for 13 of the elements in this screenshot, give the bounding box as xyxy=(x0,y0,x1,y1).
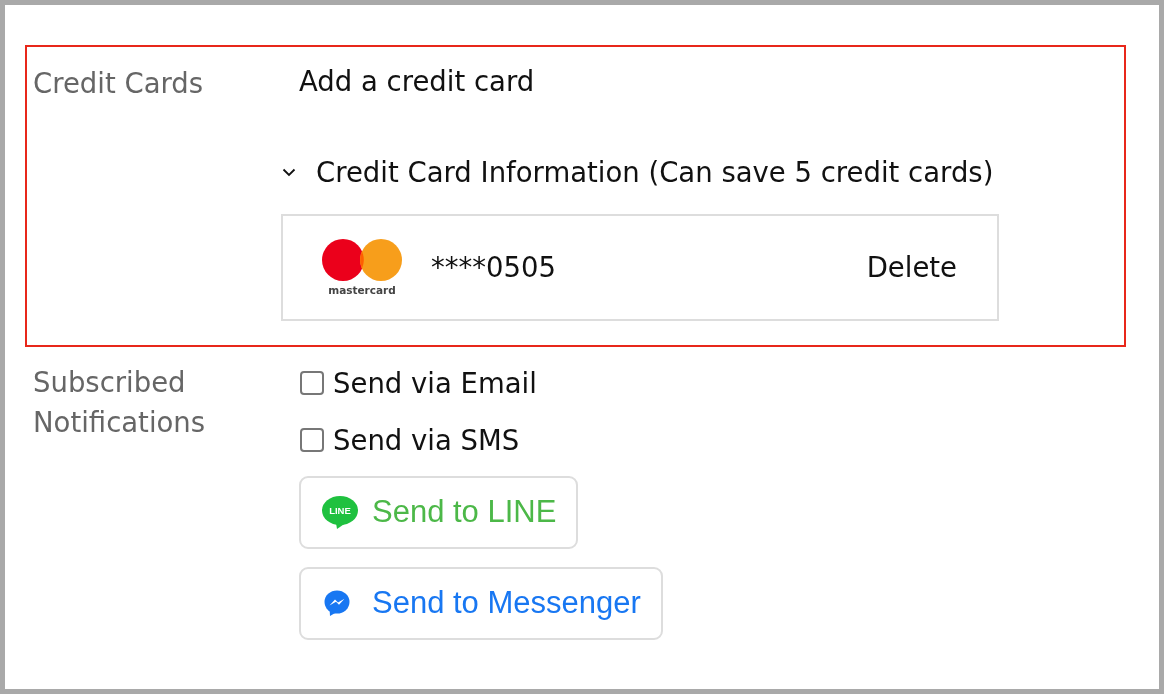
card-info-toggle[interactable]: Credit Card Information (Can save 5 credit cards) xyxy=(281,155,994,189)
checkbox[interactable] xyxy=(300,428,324,452)
section-label: Credit Cards xyxy=(33,66,205,100)
add-card-link[interactable]: Add a credit card xyxy=(299,64,535,98)
option-label[interactable]: Send via SMS xyxy=(333,423,520,457)
delete-button[interactable]: Delete xyxy=(866,250,957,284)
send-button[interactable]: Send to Messenger xyxy=(299,567,663,640)
zigzag-bubble-icon xyxy=(324,590,350,616)
card-number: ****0505 xyxy=(431,250,556,284)
option-label[interactable]: Send via Email xyxy=(333,366,537,400)
card-brand-logo: mastercard xyxy=(321,238,403,296)
checkbox[interactable] xyxy=(300,371,324,395)
section-label: Subscribed Notifications xyxy=(33,365,207,440)
